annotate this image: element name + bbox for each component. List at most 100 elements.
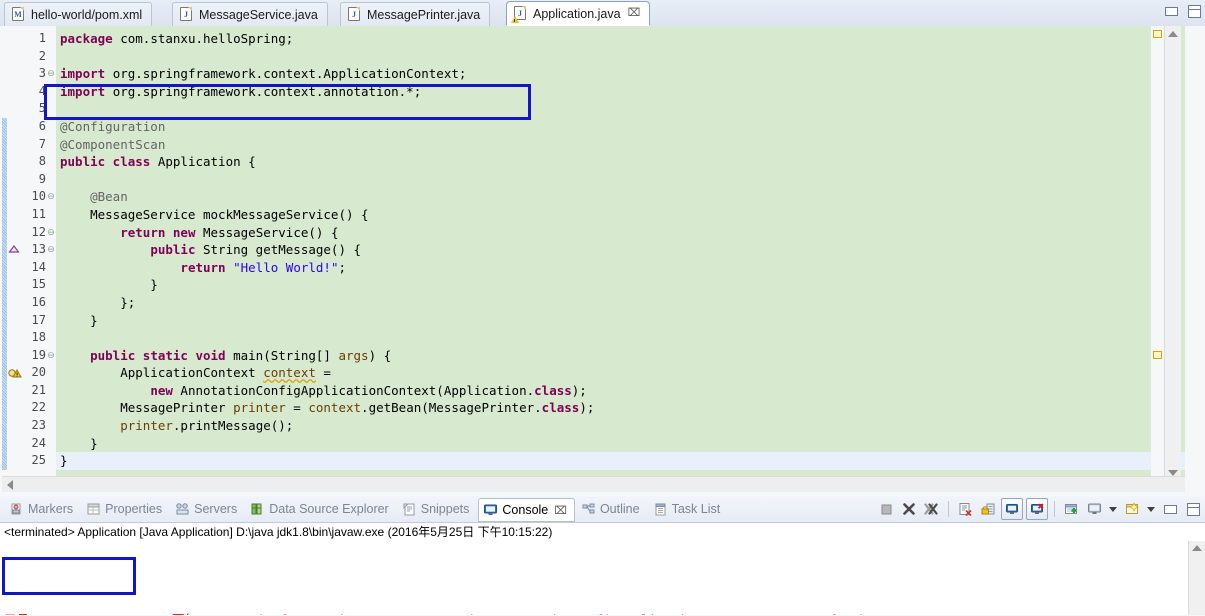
tab-outline[interactable]: Outline bbox=[577, 498, 647, 520]
source-code[interactable]: package com.stanxu.helloSpring; import o… bbox=[56, 26, 1185, 481]
code-line[interactable]: public class Application { bbox=[56, 153, 1185, 171]
line-number: 24 bbox=[31, 435, 46, 450]
code-line[interactable] bbox=[56, 329, 1185, 347]
maximize-view-button[interactable] bbox=[1183, 499, 1203, 519]
remove-launch-button[interactable] bbox=[899, 499, 919, 519]
editor-horizontal-scrollbar[interactable] bbox=[2, 476, 1185, 492]
line-number: 2 bbox=[38, 48, 46, 63]
show-console-on-output-button[interactable] bbox=[1001, 498, 1023, 520]
close-icon[interactable]: ⌧ bbox=[554, 504, 567, 517]
scroll-up-icon[interactable] bbox=[1168, 31, 1178, 37]
overview-ruler[interactable] bbox=[1151, 26, 1165, 481]
maximize-icon[interactable] bbox=[1188, 5, 1201, 18]
code-line[interactable]: return "Hello World!"; bbox=[56, 259, 1185, 277]
display-selected-console-button[interactable] bbox=[1084, 499, 1104, 519]
folding-ruler[interactable]: ⊖ ⊖ ⊖ ⊖ ⊖ bbox=[46, 26, 56, 481]
code-line[interactable] bbox=[56, 171, 1185, 189]
code-token: } bbox=[60, 435, 98, 451]
code-line[interactable]: MessageService mockMessageService() { bbox=[56, 206, 1185, 224]
editor-tab-application-java[interactable]: J Application.java ⌧ bbox=[506, 1, 651, 26]
scroll-up-icon[interactable] bbox=[1192, 545, 1202, 551]
code-line[interactable]: MessagePrinter printer = context.getBean… bbox=[56, 399, 1185, 417]
terminate-button[interactable] bbox=[876, 499, 896, 519]
line-number: 20 bbox=[31, 365, 46, 380]
line-number: 5 bbox=[38, 101, 46, 116]
pin-console-button[interactable] bbox=[1061, 499, 1081, 519]
tab-snippets[interactable]: Snippets bbox=[398, 498, 477, 520]
line-number: 7 bbox=[38, 136, 46, 151]
open-console-button[interactable] bbox=[1122, 499, 1142, 519]
code-line[interactable]: ApplicationContext context = bbox=[56, 364, 1185, 382]
tab-properties[interactable]: Properties bbox=[82, 498, 169, 520]
override-indicator-icon[interactable] bbox=[8, 244, 20, 256]
tab-data-source-explorer[interactable]: Data Source Explorer bbox=[246, 498, 396, 520]
overview-warning-marker[interactable] bbox=[1153, 30, 1162, 38]
tab-console[interactable]: Console ⌧ bbox=[478, 498, 575, 522]
fold-toggle-icon[interactable]: ⊖ bbox=[46, 65, 56, 83]
remove-all-terminated-button[interactable] bbox=[922, 499, 942, 519]
editor-tab-messageprinter-java[interactable]: J MessagePrinter.java bbox=[340, 2, 491, 26]
code-line[interactable]: printer.printMessage(); bbox=[56, 417, 1185, 435]
chevron-down-icon[interactable] bbox=[1147, 506, 1155, 512]
fold-toggle-icon[interactable]: ⊖ bbox=[46, 347, 56, 365]
clear-console-button[interactable] bbox=[955, 499, 975, 519]
code-line[interactable]: }; bbox=[56, 294, 1185, 312]
chevron-down-icon[interactable] bbox=[1109, 506, 1117, 512]
code-line[interactable]: @Configuration bbox=[56, 118, 1185, 136]
code-line[interactable]: public String getMessage() { bbox=[56, 241, 1185, 259]
code-token: @Configuration bbox=[60, 118, 166, 134]
close-icon[interactable]: ⌧ bbox=[628, 8, 641, 19]
editor-tab-pom-xml[interactable]: M hello-world/pom.xml bbox=[4, 2, 153, 26]
code-token: import bbox=[60, 83, 113, 99]
code-line[interactable] bbox=[56, 100, 1185, 118]
console-output[interactable]: 五月 25, 2016 10:15:23 下午 org.springframew… bbox=[0, 541, 1205, 615]
properties-icon bbox=[86, 502, 101, 516]
code-line[interactable]: } bbox=[56, 276, 1185, 294]
warning-quickfix-icon[interactable] bbox=[8, 367, 22, 380]
code-line[interactable]: @ComponentScan bbox=[56, 136, 1185, 154]
editor-tab-messageservice-java[interactable]: J MessageService.java bbox=[172, 2, 328, 26]
scroll-left-icon[interactable] bbox=[7, 480, 13, 490]
scroll-lock-button[interactable] bbox=[978, 499, 998, 519]
minimize-view-button[interactable] bbox=[1160, 499, 1180, 519]
code-line[interactable]: @Bean bbox=[56, 188, 1185, 206]
code-line[interactable]: } bbox=[56, 435, 1185, 453]
console-vertical-scrollbar[interactable] bbox=[1188, 541, 1205, 615]
code-line[interactable]: import org.springframework.context.annot… bbox=[56, 83, 1185, 101]
editor-body: 1 2 3 4 5 6 7 8 9 10 11 12 13 14 15 16 17 18 19 20 21 22 23 24 2… bbox=[0, 26, 1205, 496]
tab-task-list[interactable]: Task List bbox=[649, 498, 728, 520]
editor-window-controls bbox=[1165, 5, 1201, 18]
code-line[interactable]: import org.springframework.context.Appli… bbox=[56, 65, 1185, 83]
tab-markers[interactable]: Markers bbox=[5, 498, 80, 520]
code-line[interactable]: } bbox=[56, 312, 1185, 330]
fold-toggle-icon[interactable]: ⊖ bbox=[46, 224, 56, 242]
tab-label: Properties bbox=[105, 502, 163, 516]
overview-warning-marker[interactable] bbox=[1153, 351, 1162, 359]
editor-vertical-scrollbar[interactable] bbox=[1164, 26, 1181, 481]
show-console-on-error-button[interactable] bbox=[1026, 498, 1048, 520]
line-number: 16 bbox=[31, 294, 46, 309]
editor-area: M hello-world/pom.xml J MessageService.j… bbox=[0, 0, 1205, 496]
code-line[interactable]: public static void main(String[] args) { bbox=[56, 347, 1185, 365]
tab-servers[interactable]: Servers bbox=[171, 498, 244, 520]
code-line[interactable]: new AnnotationConfigApplicationContext(A… bbox=[56, 382, 1185, 400]
code-viewport[interactable]: 1 2 3 4 5 6 7 8 9 10 11 12 13 14 15 16 17 18 19 20 21 22 23 24 2… bbox=[2, 26, 1185, 481]
code-token: = bbox=[285, 400, 309, 416]
code-line[interactable]: package com.stanxu.helloSpring; bbox=[56, 30, 1185, 48]
code-line[interactable] bbox=[56, 48, 1185, 66]
code-token: MessagePrinter bbox=[60, 400, 234, 416]
code-token: return bbox=[180, 259, 234, 275]
code-line[interactable]: } bbox=[56, 452, 1185, 470]
snippets-icon bbox=[402, 502, 417, 516]
minimize-icon[interactable] bbox=[1165, 7, 1178, 16]
fold-toggle-icon[interactable]: ⊖ bbox=[46, 241, 56, 259]
annotation-gutter[interactable] bbox=[7, 26, 22, 481]
code-line[interactable]: return new MessageService() { bbox=[56, 224, 1185, 242]
line-number: 12 bbox=[31, 224, 46, 239]
fold-toggle-icon[interactable]: ⊖ bbox=[46, 188, 56, 206]
